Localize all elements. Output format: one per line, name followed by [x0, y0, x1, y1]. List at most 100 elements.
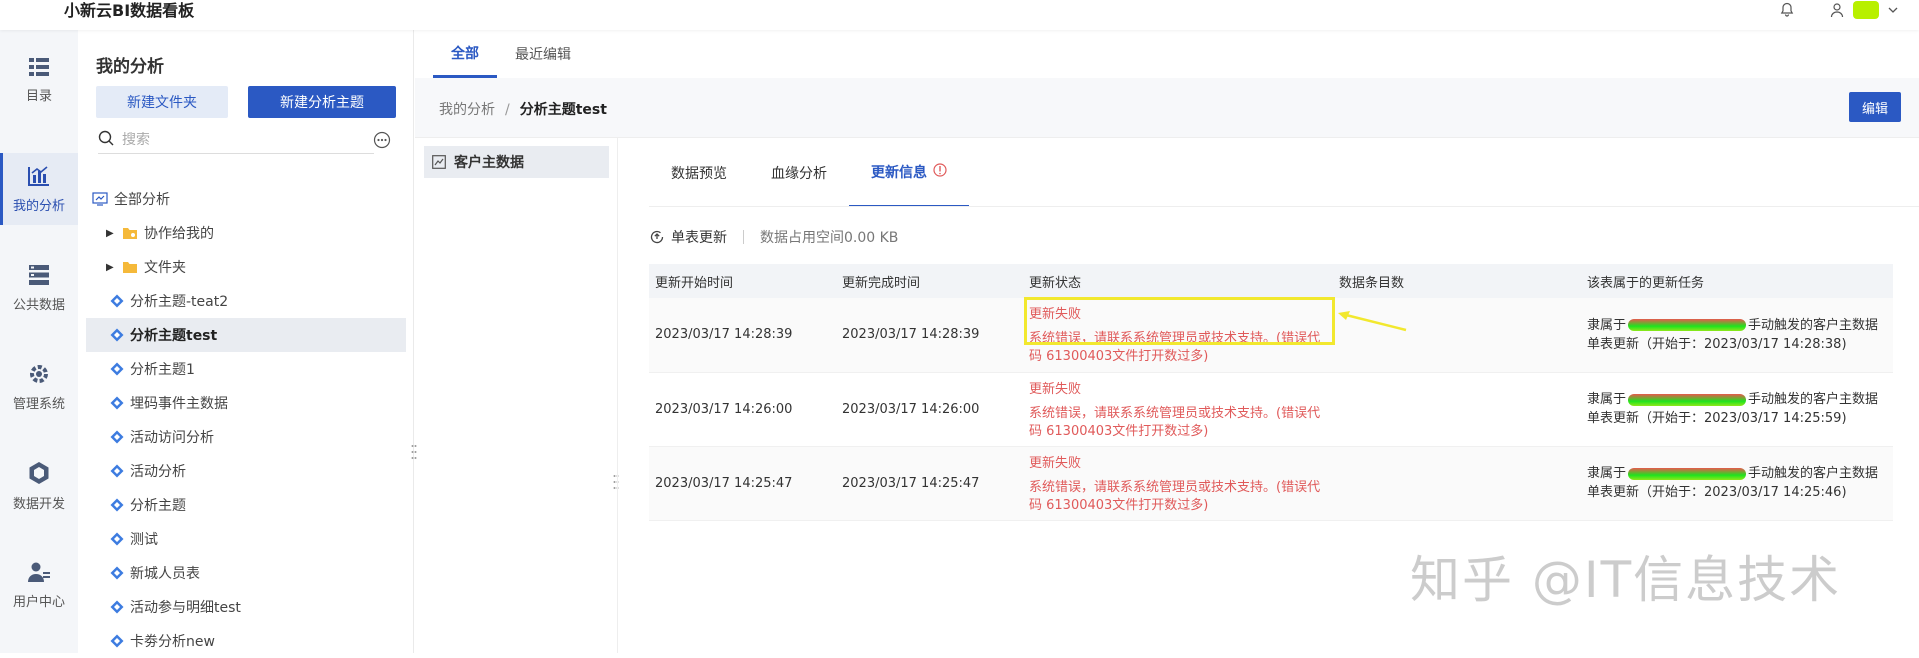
database-icon — [28, 264, 50, 286]
status-failed: 更新失败 — [1029, 381, 1082, 397]
breadcrumb-root[interactable]: 我的分析 — [439, 102, 495, 118]
redacted-mark — [1628, 393, 1747, 406]
tab-update-info[interactable]: 更新信息 — [849, 138, 969, 207]
tab-label: 血缘分析 — [771, 166, 827, 182]
search-box — [98, 126, 374, 154]
redacted-mark — [1628, 319, 1747, 332]
info-icon[interactable] — [933, 162, 947, 181]
nav-item-user-center[interactable]: 用户中心 — [0, 549, 78, 621]
edit-button[interactable]: 编辑 — [1849, 92, 1901, 122]
app-title: 小新云BI数据看板 — [64, 1, 195, 20]
column-header: 数据条目数 — [1333, 264, 1581, 298]
table-row: 2023/03/17 14:25:47 2023/03/17 14:25:47 … — [649, 446, 1893, 521]
tab-label: 数据预览 — [671, 166, 727, 182]
bell-icon[interactable] — [1779, 2, 1795, 18]
nav-item-catalog[interactable]: 目录 — [0, 44, 78, 116]
nav-item-data-dev[interactable]: 数据开发 — [0, 450, 78, 522]
toolbar-divider — [743, 230, 744, 244]
tab-lineage[interactable]: 血缘分析 — [749, 138, 849, 208]
task-prefix: 隶属于 — [1587, 317, 1627, 333]
tree-item-label: 分析主题-teat2 — [130, 294, 229, 310]
nav-label: 目录 — [25, 88, 52, 104]
annotation-highlight-box — [1024, 297, 1335, 345]
end-time: 2023/03/17 14:26:00 — [836, 372, 1023, 447]
nav-label: 管理系统 — [12, 396, 65, 412]
all-analysis-icon — [92, 192, 108, 206]
user-menu[interactable] — [1829, 1, 1899, 19]
redacted-mark — [1628, 467, 1747, 480]
watermark: 知乎 @IT信息技术 — [1410, 551, 1842, 609]
topic-icon — [110, 396, 124, 410]
status-cell: 更新失败 系统错误，请联系系统管理员或技术支持。(错误代码 61300403文件… — [1023, 446, 1333, 521]
top-tabs: 全部 最近编辑 — [433, 30, 589, 78]
search-input[interactable] — [122, 131, 352, 148]
dataset-item[interactable]: 客户主数据 — [424, 146, 609, 178]
nav-item-admin[interactable]: 管理系统 — [0, 351, 78, 423]
status-failed: 更新失败 — [1029, 455, 1082, 471]
subheader: 我的分析 / 分析主题test 编辑 — [415, 78, 1919, 138]
tree-item-topic[interactable]: 活动分析 — [86, 454, 406, 488]
users-icon — [27, 561, 51, 583]
catalog-icon — [28, 57, 50, 77]
more-options-icon[interactable] — [373, 131, 391, 153]
tree-item-shared[interactable]: ▶ 协作给我的 — [86, 216, 406, 250]
tree-item-all[interactable]: 全部分析 — [86, 182, 406, 216]
tree-item-topic[interactable]: 活动参与明细test — [86, 590, 406, 624]
tree-item-topic[interactable]: 活动访问分析 — [86, 420, 406, 454]
tree-item-topic[interactable]: 新城人员表 — [86, 556, 406, 590]
tab-all[interactable]: 全部 — [433, 30, 497, 78]
status-cell: 更新失败 系统错误，请联系系统管理员或技术支持。(错误代码 61300403文件… — [1023, 372, 1333, 447]
new-topic-button[interactable]: 新建分析主题 — [248, 86, 396, 118]
breadcrumb-separator: / — [505, 102, 510, 118]
left-nav: 目录 我的分析 公共数据 管理系统 数据开发 用户中心 — [0, 30, 78, 653]
avatar — [1853, 1, 1879, 19]
nav-item-my-analysis[interactable]: 我的分析 — [0, 153, 78, 225]
start-time: 2023/03/17 14:28:39 — [649, 298, 836, 373]
column-header: 更新完成时间 — [836, 264, 1023, 298]
table-row: 2023/03/17 14:26:00 2023/03/17 14:26:00 … — [649, 372, 1893, 447]
error-message: 系统错误，请联系系统管理员或技术支持。(错误代码 61300403文件打开数过多… — [1029, 405, 1321, 439]
table-header-row: 更新开始时间 更新完成时间 更新状态 数据条目数 该表属于的更新任务 — [649, 264, 1893, 298]
analysis-chart-icon — [27, 165, 51, 187]
single-table-update-button[interactable]: 单表更新 — [649, 227, 727, 247]
update-toolbar: 单表更新 数据占用空间0.00 KB — [649, 222, 898, 252]
tree-item-topic-selected[interactable]: 分析主题test — [86, 318, 406, 352]
nav-item-public-data[interactable]: 公共数据 — [0, 252, 78, 324]
gear-icon — [28, 363, 50, 385]
tree-item-topic[interactable]: 埋码事件主数据 — [86, 386, 406, 420]
column-header: 该表属于的更新任务 — [1581, 264, 1893, 298]
folder-icon — [123, 262, 137, 273]
tree-item-topic[interactable]: 测试 — [86, 522, 406, 556]
topic-icon — [110, 464, 124, 478]
tree-item-topic[interactable]: 分析主题-teat2 — [86, 284, 406, 318]
topic-icon — [110, 600, 124, 614]
task-cell: 隶属于 手动触发的客户主数据单表更新（开始于：2023/03/17 14:28:3… — [1581, 298, 1893, 373]
tab-recent[interactable]: 最近编辑 — [497, 30, 589, 78]
topic-icon — [110, 362, 124, 376]
tab-data-preview[interactable]: 数据预览 — [649, 138, 749, 208]
start-time: 2023/03/17 14:26:00 — [649, 372, 836, 447]
tree-item-topic[interactable]: 分析主题1 — [86, 352, 406, 386]
breadcrumb-current: 分析主题test — [519, 102, 607, 118]
row-count — [1333, 372, 1581, 447]
dataset-label: 客户主数据 — [454, 155, 524, 171]
cube-icon — [28, 461, 50, 485]
tree-item-label: 卡劵分析new — [130, 634, 215, 650]
tree-item-topic[interactable]: 分析主题 — [86, 488, 406, 522]
tree-item-label: 全部分析 — [114, 192, 170, 208]
tree-item-label: 活动分析 — [130, 464, 186, 480]
caret-right-icon[interactable]: ▶ — [106, 262, 116, 273]
topic-icon — [110, 498, 124, 512]
new-folder-button[interactable]: 新建文件夹 — [96, 86, 228, 118]
tree-item-folder[interactable]: ▶ 文件夹 — [86, 250, 406, 284]
task-prefix: 隶属于 — [1587, 466, 1627, 481]
refresh-icon — [650, 230, 664, 244]
topic-icon — [110, 430, 124, 444]
tree-item-label: 活动参与明细test — [130, 600, 241, 616]
column-header: 更新状态 — [1023, 264, 1333, 298]
task-prefix: 隶属于 — [1587, 392, 1627, 407]
nav-label: 用户中心 — [12, 594, 65, 610]
tree-item-label: 分析主题 — [130, 498, 186, 514]
top-bar: 小新云BI数据看板 — [0, 0, 1919, 30]
caret-right-icon[interactable]: ▶ — [106, 228, 116, 239]
